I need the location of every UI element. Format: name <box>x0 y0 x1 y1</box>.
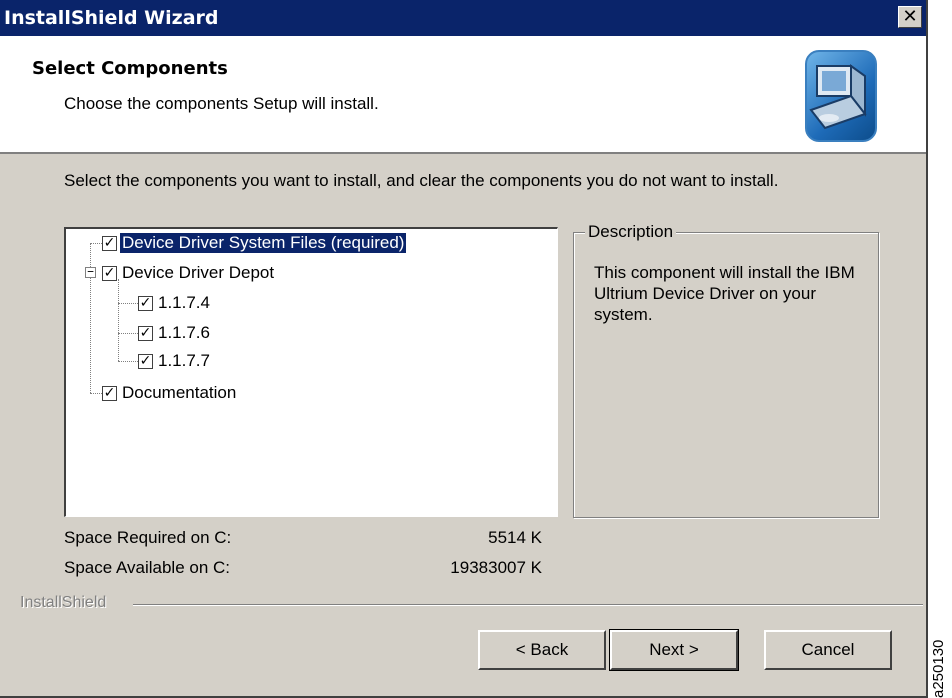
tree-connector <box>90 393 102 394</box>
tree-item[interactable]: ✓ Documentation <box>102 381 238 405</box>
collapse-icon[interactable]: − <box>85 266 96 278</box>
tree-connector <box>118 361 138 362</box>
checkbox-checked-icon[interactable]: ✓ <box>102 235 117 251</box>
checkbox-checked-icon[interactable]: ✓ <box>102 265 117 281</box>
window-title: InstallShield Wizard <box>4 7 219 29</box>
checkbox-checked-icon[interactable]: ✓ <box>138 325 153 341</box>
page-subtitle: Choose the components Setup will install… <box>64 94 379 113</box>
tree-item-label: Device Driver System Files (required) <box>118 232 408 254</box>
close-button[interactable]: ✕ <box>898 6 922 28</box>
tree-item[interactable]: ✓ Device Driver System Files (required) <box>102 231 408 255</box>
space-required-value: 5514 K <box>488 528 542 547</box>
tree-item[interactable]: ✓ Device Driver Depot <box>102 261 276 285</box>
tree-connector <box>118 333 138 334</box>
space-required-label: Space Required on C: <box>64 528 232 547</box>
installshield-window: InstallShield Wizard ✕ Select Components… <box>0 0 928 698</box>
installshield-brand: InstallShield <box>20 594 107 611</box>
checkbox-checked-icon[interactable]: ✓ <box>138 295 153 311</box>
back-button[interactable]: < Back <box>478 630 606 670</box>
next-button[interactable]: Next > <box>609 629 739 671</box>
tree-connector <box>118 303 138 304</box>
tree-item[interactable]: ✓ 1.1.7.4 <box>138 291 212 315</box>
tree-connector <box>90 243 102 244</box>
tree-item-label: 1.1.7.4 <box>158 293 210 312</box>
setup-computer-icon <box>805 50 877 142</box>
tree-item-label: 1.1.7.7 <box>158 351 210 370</box>
tree-item-label: Documentation <box>122 383 237 402</box>
description-legend: Description <box>585 222 677 242</box>
space-available-label: Space Available on C: <box>64 558 231 577</box>
tree-item[interactable]: ✓ 1.1.7.6 <box>138 321 212 345</box>
tree-item-label: Device Driver Depot <box>122 263 275 282</box>
tree-item[interactable]: ✓ 1.1.7.7 <box>138 349 212 373</box>
checkbox-checked-icon[interactable]: ✓ <box>102 385 117 401</box>
title-bar[interactable]: InstallShield Wizard ✕ <box>0 0 926 36</box>
figure-id-label: a250130 <box>930 639 947 698</box>
tree-connector <box>118 279 119 361</box>
wizard-header: Select Components Choose the components … <box>0 36 926 154</box>
description-text: This component will install the IBM Ultr… <box>594 263 855 324</box>
cancel-button[interactable]: Cancel <box>764 630 892 670</box>
tree-item-label: 1.1.7.6 <box>158 323 210 342</box>
page-title: Select Components <box>32 58 228 79</box>
components-tree[interactable]: − ✓ Device Driver System Files (required… <box>64 227 558 517</box>
brand-divider <box>133 604 923 606</box>
instructions-text: Select the components you want to instal… <box>64 171 779 190</box>
space-available-value: 19383007 K <box>450 558 542 577</box>
checkbox-checked-icon[interactable]: ✓ <box>138 353 153 369</box>
